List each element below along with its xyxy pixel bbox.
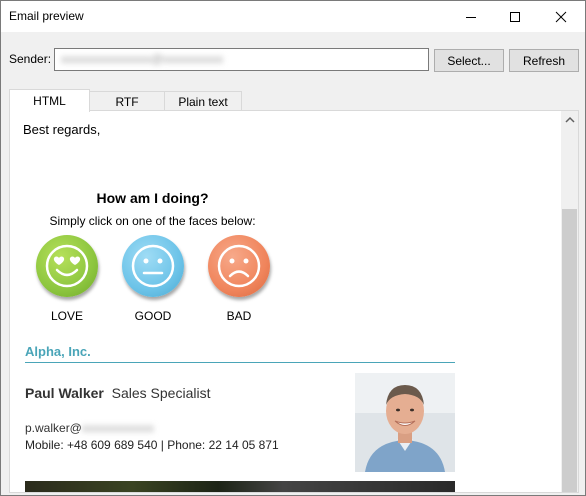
tab-html[interactable]: HTML bbox=[9, 89, 90, 112]
close-button[interactable] bbox=[539, 1, 583, 32]
tab-plain-text[interactable]: Plain text bbox=[164, 91, 242, 111]
maximize-button[interactable] bbox=[493, 1, 537, 32]
window-title: Email preview bbox=[9, 9, 84, 23]
signature-phones: Mobile: +48 609 689 540 | Phone: 22 14 0… bbox=[25, 438, 279, 452]
survey-title: How am I doing? bbox=[96, 190, 209, 206]
sender-label: Sender: bbox=[9, 52, 52, 66]
chevron-up-icon bbox=[564, 116, 575, 123]
signature-person: Paul Walker Sales Specialist bbox=[25, 385, 210, 401]
love-face-button[interactable] bbox=[36, 235, 98, 297]
sender-field[interactable]: xxxxxxxxxxxxxxx@xxxxxxxxxx bbox=[54, 48, 429, 71]
title-bar: Email preview bbox=[1, 1, 585, 32]
email-domain-blurred: xxxxxxxxxxxx bbox=[81, 421, 154, 435]
heart-eyes-face-icon bbox=[45, 244, 89, 288]
person-job-title: Sales Specialist bbox=[111, 385, 211, 401]
person-name: Paul Walker bbox=[25, 385, 104, 401]
maximize-icon bbox=[510, 11, 520, 22]
minimize-icon bbox=[466, 16, 476, 18]
email-preview-pane[interactable]: Best regards, How am I doing? Simply cli… bbox=[9, 110, 579, 493]
sender-value: xxxxxxxxxxxxxxx@xxxxxxxxxx bbox=[61, 52, 224, 66]
close-icon bbox=[555, 11, 567, 22]
refresh-button[interactable]: Refresh bbox=[509, 49, 579, 72]
greeting-text: Best regards, bbox=[23, 122, 101, 137]
sad-face-icon bbox=[217, 244, 261, 288]
select-button[interactable]: Select... bbox=[434, 49, 504, 72]
survey-subtitle: Simply click on one of the faces below: bbox=[49, 214, 256, 228]
good-label: GOOD bbox=[134, 309, 172, 323]
email-preview-window: Email preview Sender: xxxxxxxxxxxxxxx@xx… bbox=[0, 0, 586, 496]
bad-label: BAD bbox=[226, 309, 252, 323]
love-label: LOVE bbox=[50, 309, 83, 323]
vertical-scrollbar[interactable] bbox=[561, 111, 578, 492]
profile-photo bbox=[355, 373, 455, 472]
signature-divider bbox=[25, 362, 455, 363]
minimize-button[interactable] bbox=[449, 1, 493, 32]
neutral-face-icon bbox=[131, 244, 175, 288]
company-name: Alpha, Inc. bbox=[25, 344, 91, 359]
tab-rtf[interactable]: RTF bbox=[89, 91, 165, 111]
bad-face-button[interactable] bbox=[208, 235, 270, 297]
signature-banner bbox=[25, 481, 455, 492]
signature-email[interactable]: p.walker@xxxxxxxxxxxx bbox=[25, 421, 154, 435]
scroll-thumb[interactable] bbox=[562, 209, 577, 492]
person-portrait-icon bbox=[355, 373, 455, 472]
good-face-button[interactable] bbox=[122, 235, 184, 297]
email-prefix: p.walker@ bbox=[25, 421, 82, 435]
scroll-up-button[interactable] bbox=[561, 111, 578, 128]
